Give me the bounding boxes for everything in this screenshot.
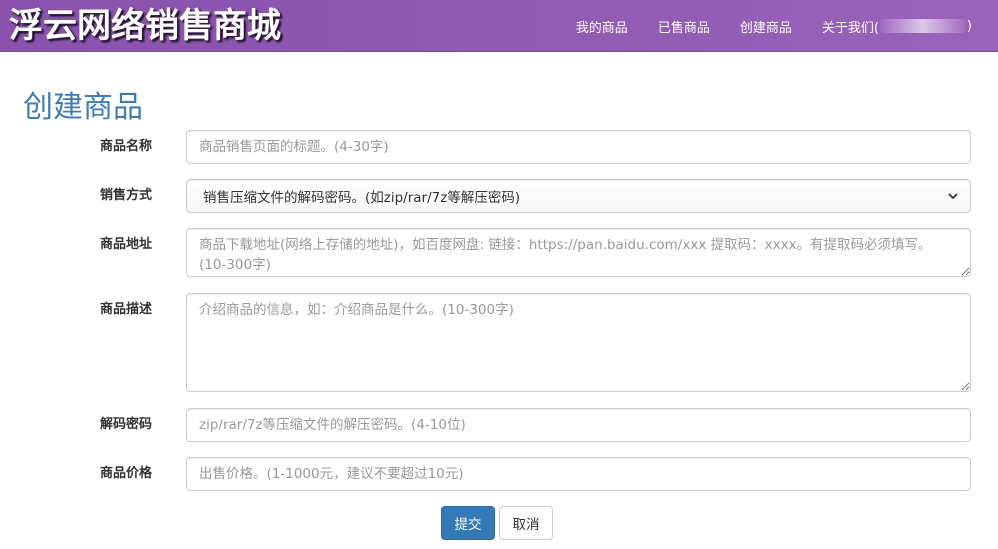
page-title: 创建商品 <box>23 90 143 125</box>
site-brand[interactable]: 浮云网络销售商城 <box>9 4 281 48</box>
redacted-contact <box>879 19 966 33</box>
submit-button[interactable]: 提交 <box>441 506 495 540</box>
sale-method-select[interactable]: 销售压缩文件的解码密码。(如zip/rar/7z等解压密码) <box>186 179 971 213</box>
cancel-button[interactable]: 取消 <box>499 506 553 540</box>
sale-method-label: 销售方式 <box>100 188 153 203</box>
nav-sold-products[interactable]: 已售商品 <box>658 17 710 36</box>
chevron-down-icon <box>948 193 958 200</box>
decode-password-label: 解码密码 <box>100 417 153 432</box>
decode-password-input[interactable] <box>186 408 971 442</box>
nav-create-product[interactable]: 创建商品 <box>740 17 792 36</box>
product-name-label: 商品名称 <box>100 139 153 154</box>
product-address-textarea[interactable] <box>186 228 971 277</box>
top-navbar: 浮云网络销售商城 我的商品 已售商品 创建商品 关于我们( ) <box>0 0 998 52</box>
product-address-label: 商品地址 <box>100 237 153 252</box>
about-prefix: 关于我们( <box>821 20 879 36</box>
product-description-textarea[interactable] <box>186 293 971 392</box>
product-name-input[interactable] <box>186 130 971 164</box>
product-description-label: 商品描述 <box>100 302 153 317</box>
sale-method-value: 销售压缩文件的解码密码。(如zip/rar/7z等解压密码) <box>203 190 521 206</box>
product-price-label: 商品价格 <box>100 466 153 481</box>
about-suffix: ) <box>966 18 972 34</box>
product-price-input[interactable] <box>186 457 971 491</box>
nav-my-products[interactable]: 我的商品 <box>576 17 628 36</box>
nav-menu: 我的商品 已售商品 创建商品 关于我们( ) <box>576 0 972 52</box>
nav-about-us[interactable]: 关于我们( ) <box>822 17 972 36</box>
